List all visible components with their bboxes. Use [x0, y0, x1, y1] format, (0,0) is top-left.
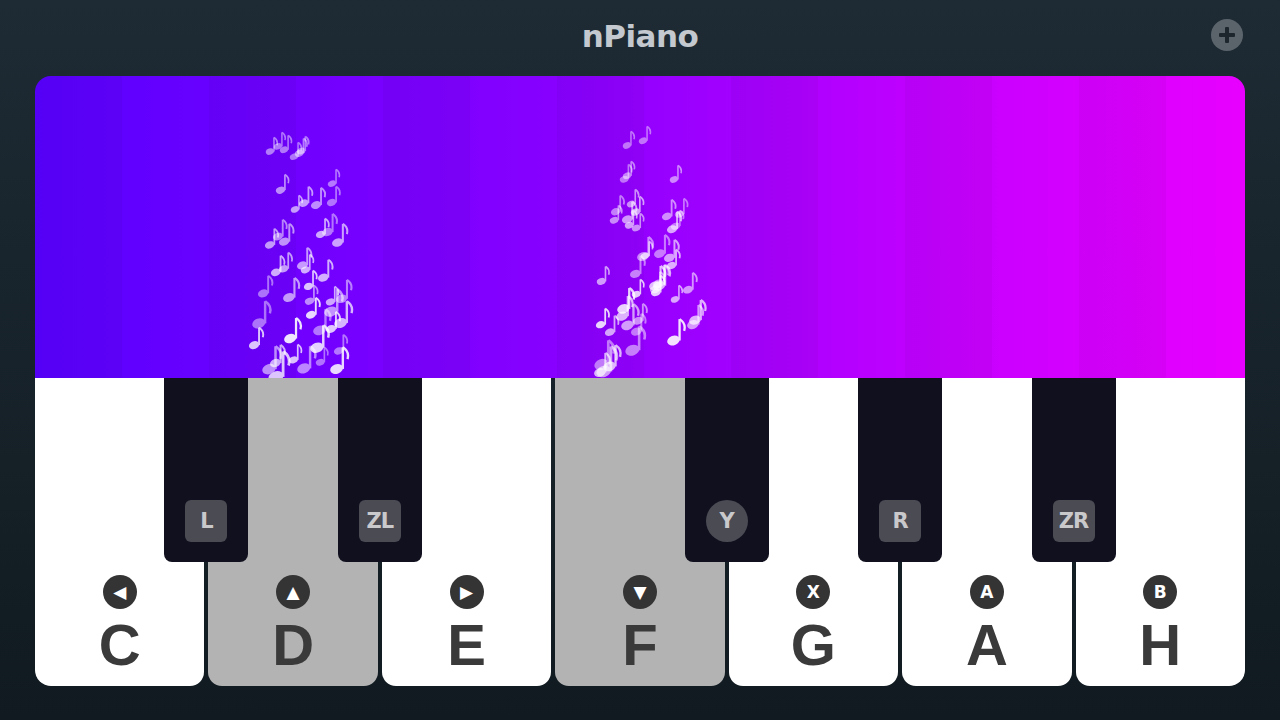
- note-label: C: [99, 615, 141, 676]
- visualizer: [35, 76, 1245, 378]
- controller-button-badge: Y: [706, 500, 748, 542]
- note-label: D: [272, 615, 314, 676]
- music-note-icon: [669, 164, 683, 184]
- controller-button-badge: ZR: [1053, 500, 1095, 542]
- music-note-icon: [310, 186, 327, 210]
- note-label: F: [622, 615, 657, 676]
- app-screen: nPiano ◀ C ▲ D ▶ E ▼ F XG AA BH L ZL Y R ZR: [0, 0, 1280, 720]
- music-note-icon: [317, 258, 335, 283]
- music-note-icon: [632, 302, 649, 326]
- music-note-icon: [269, 343, 287, 368]
- music-note-icon: [275, 173, 291, 195]
- controller-button-badge: ▲: [276, 575, 310, 609]
- music-note-icon: [283, 316, 304, 345]
- music-note-icon: [620, 302, 641, 332]
- music-note-icon: [251, 299, 273, 330]
- music-note-icon: [298, 185, 314, 208]
- controller-button-badge: ▼: [623, 575, 657, 609]
- controller-button-badge: X: [796, 575, 830, 609]
- music-note-icon: [326, 185, 342, 207]
- music-note-icon: [333, 333, 349, 356]
- controller-button-badge: R: [879, 500, 921, 542]
- music-note-icon: [622, 130, 636, 150]
- music-note-icon: [303, 269, 319, 291]
- music-note-icon: [309, 323, 331, 354]
- note-particles: [580, 108, 700, 378]
- black-key[interactable]: ZR: [1032, 378, 1116, 562]
- music-note-icon: [257, 274, 275, 299]
- music-note-icon: [595, 307, 611, 329]
- music-note-icon: [652, 263, 671, 289]
- music-note-icon: [688, 298, 708, 326]
- music-note-icon: [331, 222, 350, 248]
- music-note-icon: [631, 212, 646, 232]
- music-note-icon: [638, 125, 652, 145]
- music-note-icon: [666, 317, 687, 347]
- note-label: E: [447, 615, 486, 676]
- app-title: nPiano: [582, 18, 699, 58]
- black-key[interactable]: R: [858, 378, 942, 562]
- controller-button-badge: B: [1143, 575, 1177, 609]
- music-note-icon: [282, 276, 302, 303]
- note-label: A: [966, 615, 1008, 676]
- music-note-icon: [661, 198, 678, 221]
- music-note-icon: [288, 343, 303, 365]
- controller-button-badge: ZL: [359, 500, 401, 542]
- music-note-icon: [631, 278, 646, 299]
- black-key[interactable]: L: [164, 378, 248, 562]
- note-label: G: [791, 615, 836, 676]
- plus-icon: [1211, 19, 1243, 51]
- music-note-icon: [636, 235, 656, 262]
- controller-button-badge: ◀: [103, 575, 137, 609]
- music-note-icon: [604, 314, 621, 337]
- music-note-icon: [670, 209, 686, 231]
- music-note-icon: [682, 271, 699, 295]
- music-note-icon: [296, 135, 311, 155]
- controller-button-badge: A: [970, 575, 1004, 609]
- music-note-icon: [663, 238, 681, 263]
- music-note-icon: [621, 200, 639, 225]
- music-note-icon: [265, 136, 279, 156]
- music-note-icon: [596, 265, 611, 286]
- music-note-icon: [619, 163, 634, 184]
- music-note-icon: [666, 210, 683, 234]
- header: nPiano: [35, 0, 1245, 76]
- keyboard: ◀ C ▲ D ▶ E ▼ F XG AA BH L ZL Y R ZR: [35, 378, 1245, 686]
- note-label: H: [1139, 615, 1181, 676]
- music-note-icon: [278, 222, 296, 247]
- music-note-icon: [278, 251, 294, 274]
- music-note-icon: [321, 212, 339, 238]
- controller-button-badge: L: [185, 500, 227, 542]
- music-note-icon: [670, 284, 684, 304]
- black-key[interactable]: Y: [685, 378, 769, 562]
- black-key[interactable]: ZL: [338, 378, 422, 562]
- music-note-icon: [264, 227, 280, 250]
- music-note-icon: [593, 351, 613, 378]
- music-note-icon: [279, 134, 293, 154]
- controller-button-badge: ▶: [450, 575, 484, 609]
- music-note-icon: [626, 188, 641, 208]
- piano-panel: ◀ C ▲ D ▶ E ▼ F XG AA BH L ZL Y R ZR: [35, 76, 1245, 686]
- music-note-icon: [323, 287, 345, 318]
- music-note-icon: [327, 168, 341, 188]
- music-note-icon: [248, 326, 265, 350]
- add-button[interactable]: [1211, 19, 1243, 51]
- note-particles: [233, 108, 353, 378]
